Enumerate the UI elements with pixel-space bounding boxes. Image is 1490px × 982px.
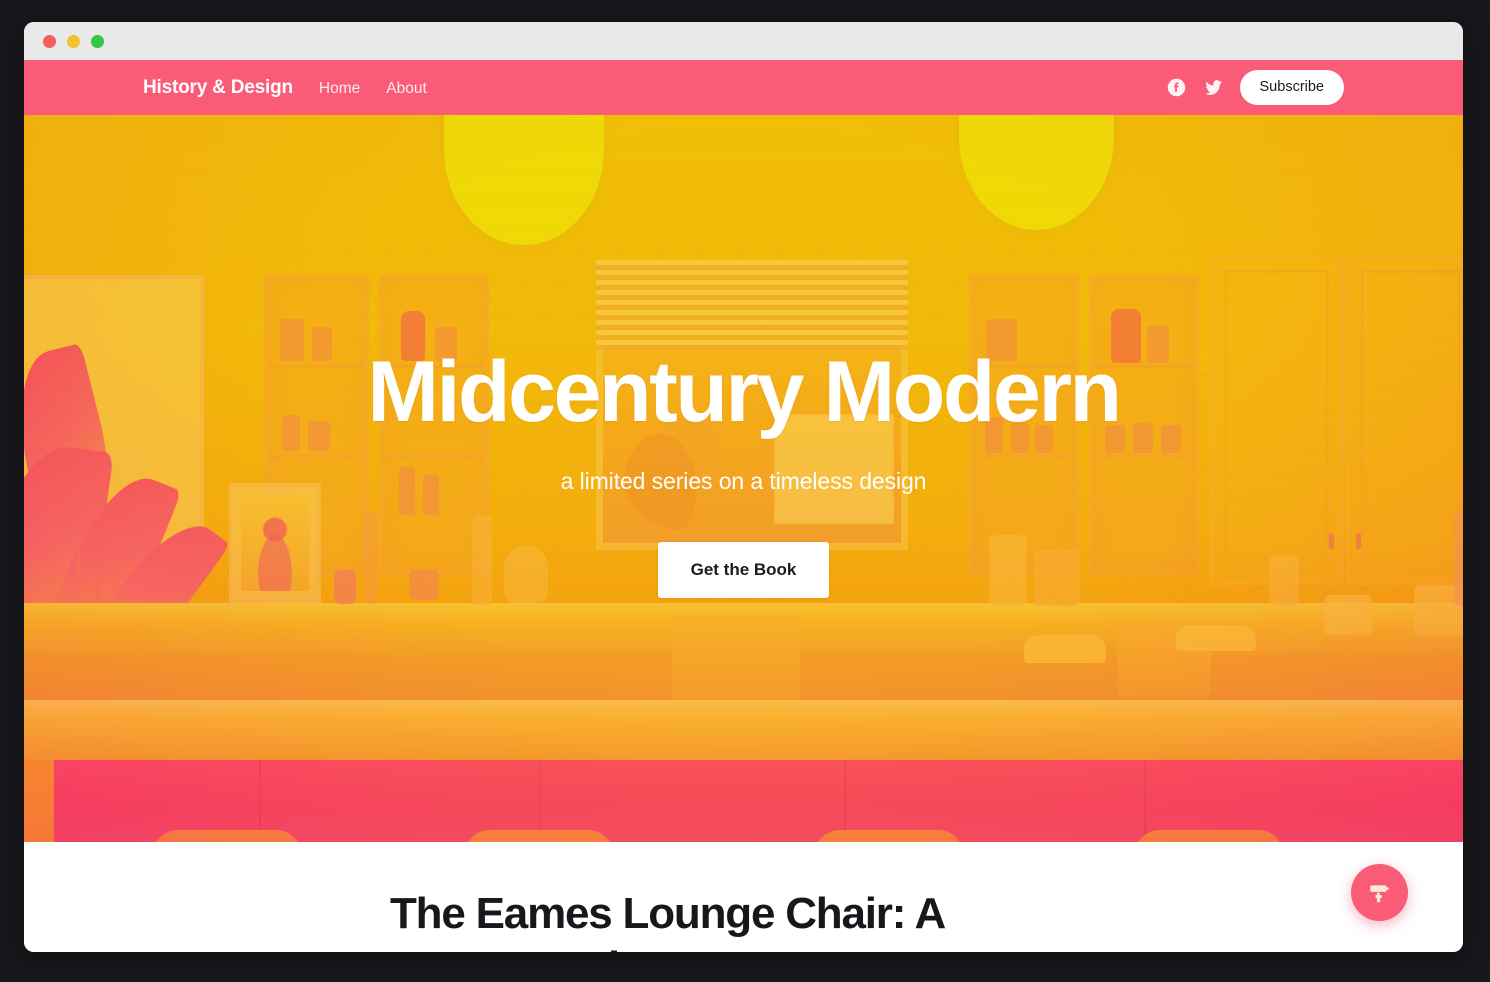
twitter-icon[interactable] xyxy=(1203,77,1224,98)
hero-title: Midcentury Modern xyxy=(367,344,1122,440)
maximize-window-button[interactable] xyxy=(91,34,104,48)
close-window-button[interactable] xyxy=(43,34,56,48)
subscribe-button[interactable]: Subscribe xyxy=(1239,70,1344,105)
paint-roller-fab-button[interactable] xyxy=(1351,864,1408,921)
site-brand[interactable]: History & Design xyxy=(143,77,293,99)
browser-window: History & Design Home About Subscribe Mi… xyxy=(24,22,1463,952)
get-the-book-button[interactable]: Get the Book xyxy=(657,542,830,598)
paint-roller-icon xyxy=(1369,884,1389,902)
minimize-window-button[interactable] xyxy=(67,34,80,48)
desktop-backdrop: History & Design Home About Subscribe Mi… xyxy=(0,0,1490,982)
hero-section: Midcentury Modern a limited series on a … xyxy=(24,115,1463,842)
article-title[interactable]: The Eames Lounge Chair: A Retrospective xyxy=(390,887,1090,952)
hero-content: Midcentury Modern a limited series on a … xyxy=(24,115,1463,842)
window-titlebar xyxy=(24,22,1463,60)
article-section: The Eames Lounge Chair: A Retrospective xyxy=(24,842,1463,952)
nav-link-about[interactable]: About xyxy=(386,80,427,98)
site-navbar: History & Design Home About Subscribe xyxy=(24,60,1463,115)
hero-subtitle: a limited series on a timeless design xyxy=(560,468,927,494)
nav-link-home[interactable]: Home xyxy=(319,80,360,98)
navbar-right-group: Subscribe xyxy=(1166,70,1443,105)
facebook-icon[interactable] xyxy=(1166,77,1187,98)
navbar-left-group: History & Design Home About xyxy=(143,77,427,99)
